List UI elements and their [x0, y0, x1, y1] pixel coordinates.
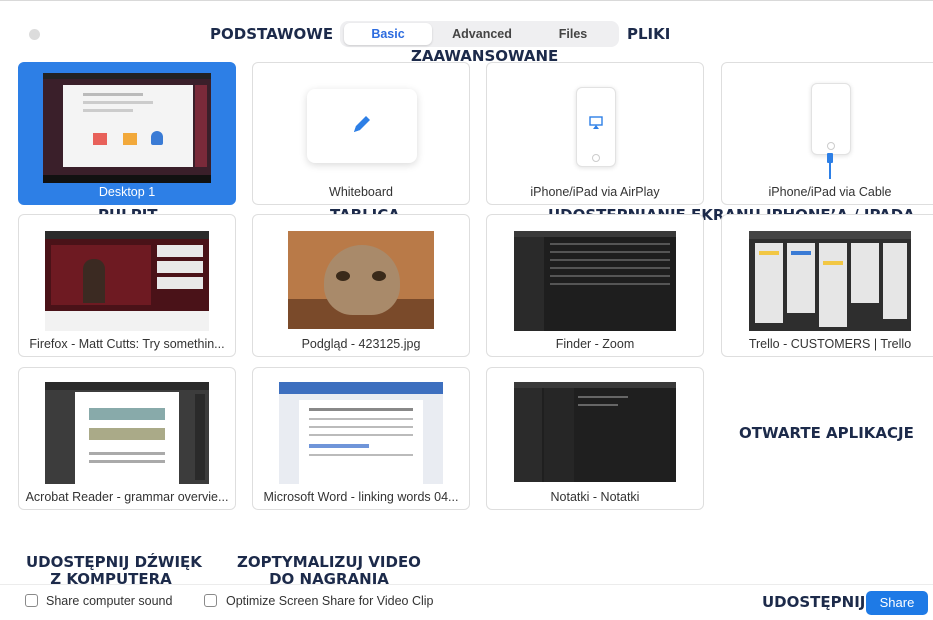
annotation-share-sound-line2: Z KOMPUTERA [50, 570, 172, 588]
share-button[interactable]: Share [866, 591, 928, 615]
annotation-optimize-video: ZOPTYMALIZUJ VIDEO DO NAGRANIA [236, 554, 422, 588]
cable-icon [827, 153, 833, 179]
annotation-share-sound: UDOSTĘPNIJ DŹWIĘK Z KOMPUTERA [26, 553, 202, 588]
tab-files[interactable]: Files [532, 23, 614, 45]
share-tile-airplay[interactable]: iPhone/iPad via AirPlay [486, 62, 704, 205]
tile-label: Firefox - Matt Cutts: Try somethin... [29, 337, 225, 351]
trello-thumbnail [749, 231, 911, 331]
annotation-optimize-line1: ZOPTYMALIZUJ VIDEO [237, 553, 421, 571]
share-tile-notes[interactable]: Notatki - Notatki [486, 367, 704, 510]
tile-label: Desktop 1 [98, 185, 156, 199]
share-sound-checkbox[interactable] [25, 594, 38, 607]
tile-label: Notatki - Notatki [550, 490, 640, 504]
desktop-thumbnail [43, 73, 211, 183]
tile-label: iPhone/iPad via Cable [768, 185, 892, 199]
window-close-dot[interactable] [29, 29, 40, 40]
tab-basic[interactable]: Basic [344, 23, 432, 45]
share-tile-firefox[interactable]: Firefox - Matt Cutts: Try somethin... [18, 214, 236, 357]
share-tile-word[interactable]: Microsoft Word - linking words 04... [252, 367, 470, 510]
tile-label: Trello - CUSTOMERS | Trello [748, 337, 912, 351]
iphone-outline [811, 83, 851, 155]
acrobat-thumbnail [45, 382, 209, 484]
share-tile-trello[interactable]: Trello - CUSTOMERS | Trello [721, 214, 933, 357]
whiteboard-card [307, 89, 417, 163]
tile-label: Finder - Zoom [555, 337, 635, 351]
annotation-share-sound-line1: UDOSTĘPNIJ DŹWIĘK [26, 553, 202, 571]
annotation-pliki: PLIKI [627, 25, 671, 43]
share-tile-cable[interactable]: iPhone/iPad via Cable [721, 62, 933, 205]
annotation-podstawowe: PODSTAWOWE [210, 25, 334, 43]
share-tile-preview[interactable]: Podgląd - 423125.jpg [252, 214, 470, 357]
tile-label: Acrobat Reader - grammar overvie... [25, 490, 229, 504]
share-tile-whiteboard[interactable]: Whiteboard [252, 62, 470, 205]
notes-thumbnail [514, 382, 676, 482]
tab-advanced[interactable]: Advanced [436, 23, 528, 45]
optimize-video-label[interactable]: Optimize Screen Share for Video Clip [226, 594, 434, 608]
iphone-outline [576, 87, 616, 167]
annotation-udostepnij: UDOSTĘPNIJ [762, 593, 866, 611]
share-tile-desktop[interactable]: Desktop 1 [18, 62, 236, 205]
annotation-otwarte-aplikacje: OTWARTE APLIKACJE [739, 424, 914, 442]
tab-switcher: Basic Advanced Files [340, 21, 619, 47]
tile-label: Podgląd - 423125.jpg [301, 337, 421, 351]
footer-divider [0, 584, 933, 585]
tile-label: Whiteboard [329, 185, 393, 199]
cat-photo-thumbnail [288, 231, 434, 329]
share-tile-acrobat[interactable]: Acrobat Reader - grammar overvie... [18, 367, 236, 510]
firefox-thumbnail [45, 231, 209, 331]
share-screen-window: Basic Advanced Files PODSTAWOWE ZAAWANSO… [0, 0, 933, 620]
tile-label: iPhone/iPad via AirPlay [530, 185, 660, 199]
optimize-video-checkbox[interactable] [204, 594, 217, 607]
word-thumbnail [279, 382, 443, 484]
tile-label: Microsoft Word - linking words 04... [263, 490, 459, 504]
finder-thumbnail [514, 231, 676, 331]
share-sound-label[interactable]: Share computer sound [46, 594, 172, 608]
share-tile-finder[interactable]: Finder - Zoom [486, 214, 704, 357]
airplay-icon [589, 116, 603, 129]
pencil-icon [354, 116, 370, 132]
annotation-optimize-line2: DO NAGRANIA [269, 570, 389, 588]
